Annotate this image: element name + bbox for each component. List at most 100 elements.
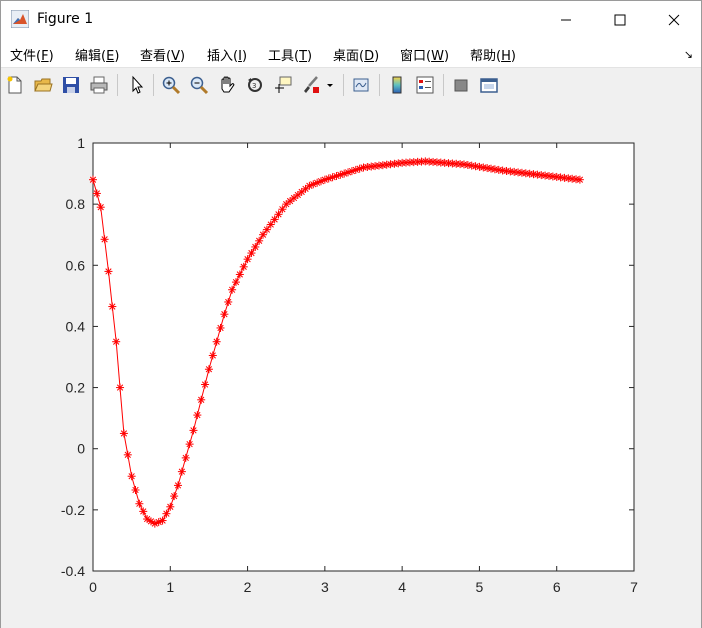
x-tick-label: 3 <box>321 579 329 595</box>
data-point <box>135 499 144 508</box>
zoom-out-button[interactable] <box>187 73 211 97</box>
data-point <box>158 516 167 525</box>
svg-text:3: 3 <box>252 82 256 90</box>
data-point <box>131 485 140 494</box>
rotate-3d-button[interactable]: 3 <box>243 73 267 97</box>
data-point <box>177 467 186 476</box>
menu-desktop[interactable]: 桌面(D) <box>333 45 379 64</box>
y-tick-label: 0.4 <box>66 318 86 334</box>
data-point <box>251 242 260 251</box>
insert-legend-icon <box>416 76 434 94</box>
data-point <box>220 310 229 319</box>
rotate-3d-icon: 3 <box>248 78 262 92</box>
data-point <box>100 235 109 244</box>
y-tick-label: 0 <box>77 441 85 457</box>
data-point <box>247 249 256 258</box>
maximize-button[interactable] <box>593 1 647 39</box>
matlab-logo-icon <box>11 10 29 28</box>
y-tick-label: -0.2 <box>61 502 85 518</box>
y-tick-label: 0.6 <box>66 257 86 273</box>
plot-svg[interactable]: 0 1 2 3 4 5 6 7 1 0.8 0.6 0.4 0.2 0 -0.2 -0.4 <box>1 102 701 628</box>
hide-plot-tools-button[interactable] <box>449 73 473 97</box>
chevron-down-icon <box>327 84 333 87</box>
data-point <box>224 297 233 306</box>
data-point <box>204 365 213 374</box>
select-arrow-button[interactable] <box>125 73 149 97</box>
data-point <box>243 255 252 264</box>
print-button[interactable] <box>87 73 111 97</box>
toolbar-separator <box>343 74 344 96</box>
menu-file[interactable]: 文件(F) <box>10 45 54 64</box>
dock-arrow-icon[interactable]: ↘ <box>684 48 693 61</box>
x-tick-label: 0 <box>89 579 97 595</box>
data-cursor-icon <box>275 76 292 93</box>
minimize-icon <box>561 19 571 21</box>
show-plot-tools-icon <box>480 78 498 93</box>
show-plot-tools-button[interactable] <box>477 73 501 97</box>
x-tick-label: 2 <box>244 579 252 595</box>
close-button[interactable] <box>647 1 701 39</box>
menu-insert[interactable]: 插入(I) <box>207 45 247 64</box>
data-point <box>201 380 210 389</box>
y-tick-label: 0.8 <box>66 196 86 212</box>
data-point <box>174 481 183 490</box>
x-tick-label: 4 <box>398 579 406 595</box>
close-icon <box>668 14 680 26</box>
data-point <box>181 453 190 462</box>
insert-colorbar-button[interactable] <box>385 73 409 97</box>
zoom-in-button[interactable] <box>159 73 183 97</box>
zoom-in-icon <box>162 76 181 95</box>
data-point <box>89 175 97 184</box>
data-point <box>123 450 132 459</box>
open-file-icon <box>34 78 53 92</box>
brush-icon <box>304 76 319 93</box>
data-point <box>162 509 171 518</box>
new-figure-button[interactable] <box>3 73 27 97</box>
data-point <box>185 440 194 449</box>
data-point <box>127 472 136 481</box>
data-point <box>255 236 264 245</box>
link-plot-button[interactable] <box>349 73 373 97</box>
data-cursor-button[interactable] <box>271 73 295 97</box>
link-plot-icon <box>353 78 369 92</box>
save-button[interactable] <box>59 73 83 97</box>
open-file-button[interactable] <box>31 73 55 97</box>
pan-button[interactable] <box>215 73 239 97</box>
pan-hand-icon <box>221 76 235 93</box>
menu-bar: 文件(F) 编辑(E) 查看(V) 插入(I) 工具(T) 桌面(D) 窗口(W… <box>1 39 701 67</box>
menu-window[interactable]: 窗口(W) <box>400 45 449 64</box>
menu-view[interactable]: 查看(V) <box>140 45 185 64</box>
title-bar: Figure 1 <box>1 1 701 39</box>
figure-canvas: 0 1 2 3 4 5 6 7 1 0.8 0.6 0.4 0.2 0 -0.2 -0.4 <box>1 102 701 628</box>
figure-window: Figure 1 文件(F) 编辑(E) 查看(V) 插入(I) 工具(T) 桌… <box>0 0 702 628</box>
toolbar-separator <box>153 74 154 96</box>
maximize-icon <box>614 14 626 26</box>
toolbar-separator <box>379 74 380 96</box>
y-tick-label: 1 <box>77 135 85 151</box>
x-tick-label: 5 <box>476 579 484 595</box>
data-point <box>262 225 271 234</box>
brush-button[interactable] <box>299 73 323 97</box>
menu-edit[interactable]: 编辑(E) <box>75 45 119 64</box>
toolbar: 3 <box>1 67 701 103</box>
zoom-out-icon <box>190 76 209 95</box>
data-point <box>575 175 584 184</box>
brush-dropdown-button[interactable] <box>323 73 337 97</box>
x-tick-label: 6 <box>553 579 561 595</box>
data-point <box>197 395 206 404</box>
toolbar-separator <box>443 74 444 96</box>
y-tick-label: 0.2 <box>66 380 86 396</box>
menu-help[interactable]: 帮助(H) <box>470 45 516 64</box>
insert-legend-button[interactable] <box>413 73 437 97</box>
print-icon <box>90 76 108 94</box>
save-icon <box>63 77 79 93</box>
data-point <box>112 337 121 346</box>
menu-tools[interactable]: 工具(T) <box>268 45 312 64</box>
select-arrow-icon <box>132 75 144 94</box>
minimize-button[interactable] <box>539 1 593 39</box>
new-figure-icon <box>7 76 22 94</box>
x-tick-label: 1 <box>166 579 174 595</box>
x-tick-label: 7 <box>630 579 638 595</box>
window-title: Figure 1 <box>37 11 94 27</box>
hide-plot-tools-icon <box>454 79 468 92</box>
